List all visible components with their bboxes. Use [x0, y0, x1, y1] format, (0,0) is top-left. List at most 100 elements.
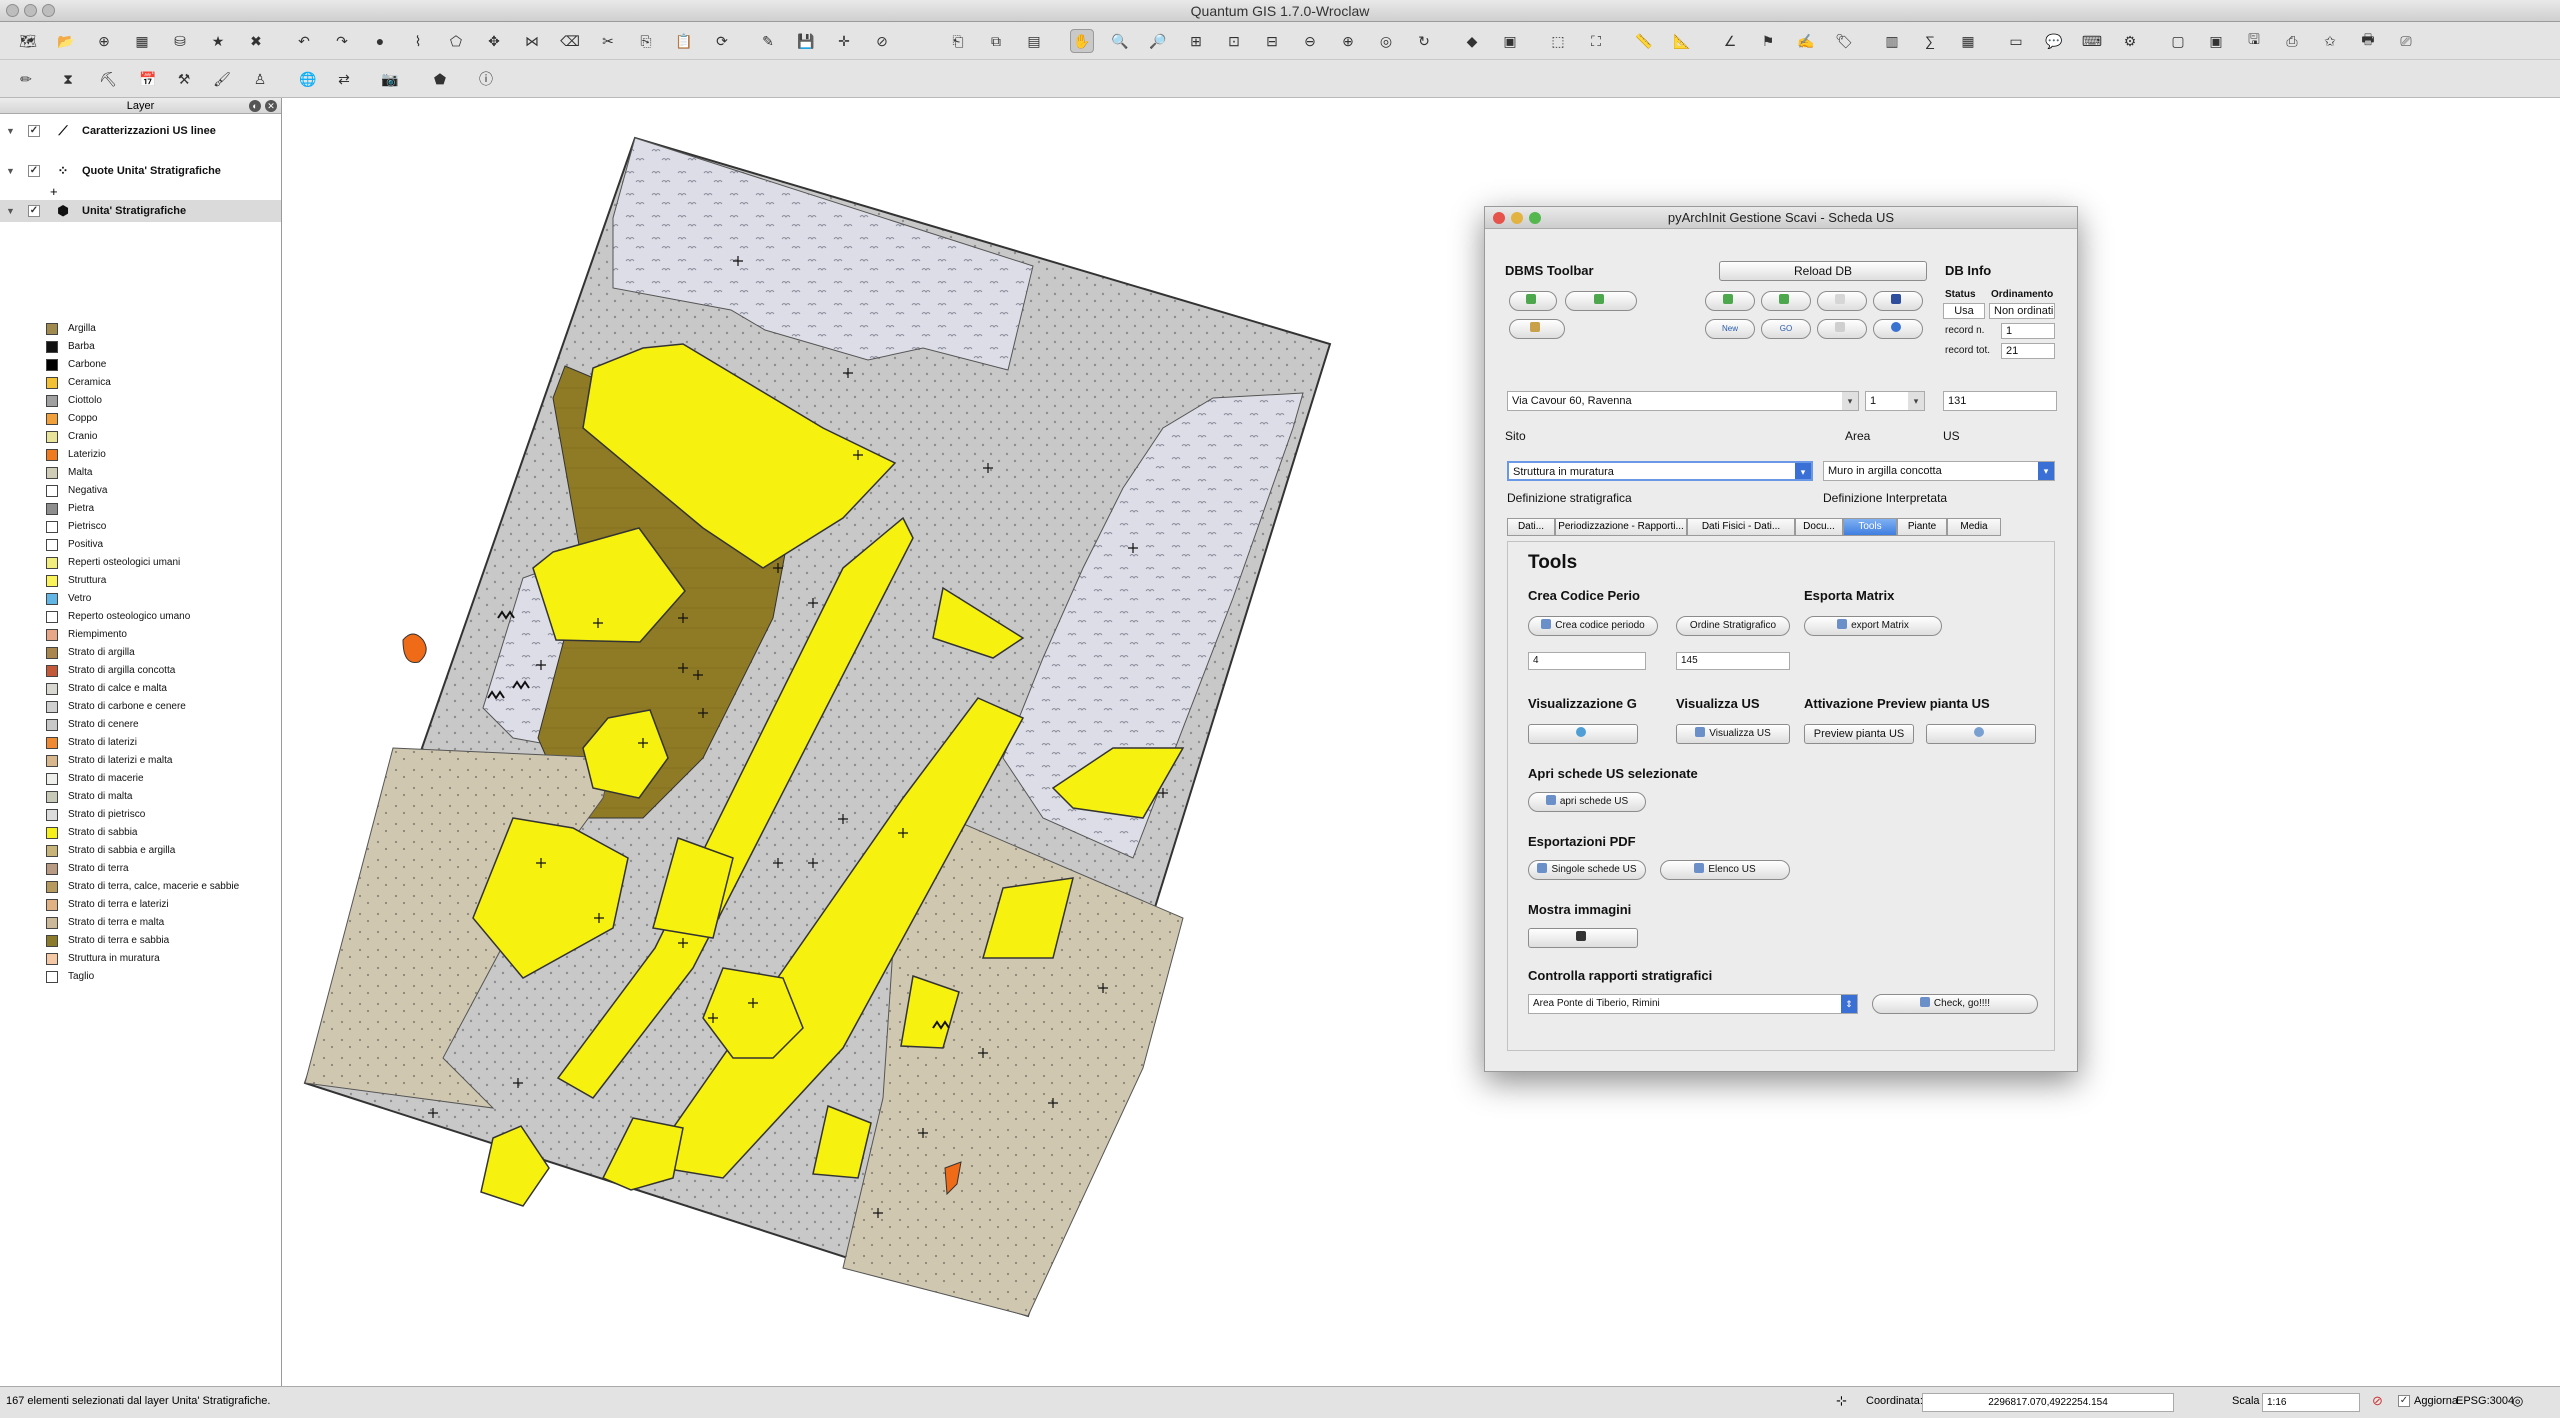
no-action-icon[interactable]: ⊘ [870, 29, 894, 53]
periodo-input[interactable]: 4 [1528, 652, 1646, 670]
label-icon[interactable]: 🏷 [1832, 29, 1856, 53]
sito-combobox[interactable]: Via Cavour 60, Ravenna ▾ [1507, 391, 1859, 411]
dropdown-arrow-icon[interactable]: ▾ [1842, 392, 1858, 410]
float-panel-icon[interactable]: ◐ [249, 100, 261, 112]
area-check-combobox[interactable]: Area Ponte di Tiberio, Rimini ⇕ [1528, 994, 1858, 1014]
layer-visibility-checkbox[interactable]: ✓ [28, 125, 40, 137]
dialog-minimize-button[interactable] [1511, 212, 1523, 224]
zoom-next-icon[interactable]: ⊕ [1336, 29, 1360, 53]
prev-record-button[interactable] [1565, 291, 1637, 311]
globe-icon[interactable]: 🌐 [296, 67, 320, 91]
stop-render-icon[interactable]: ⊘ [2372, 1393, 2383, 1409]
close-panel-icon[interactable]: ✕ [265, 100, 277, 112]
add-vector-icon[interactable]: ⊕ [92, 29, 116, 53]
annotation-icon[interactable]: ✍ [1794, 29, 1818, 53]
def-interpretata-combobox[interactable]: Muro in argilla concotta ▾ [1823, 461, 2055, 481]
cut-features-icon[interactable]: ✂ [596, 29, 620, 53]
us-field[interactable]: 131 [1943, 391, 2057, 411]
map-canvas[interactable] [283, 98, 2560, 1386]
ordine-stratigrafico-button[interactable]: Ordine Stratigrafico [1676, 616, 1790, 636]
attribute-table-icon[interactable]: ▥ [1880, 29, 1904, 53]
composer-manager-icon[interactable]: ▣ [2204, 29, 2228, 53]
trowel-icon[interactable]: ⚒ [172, 67, 196, 91]
shovel-icon[interactable]: ⛏ [96, 67, 120, 91]
zoom-full-icon[interactable]: ⊞ [1184, 29, 1208, 53]
zoom-layer-icon[interactable]: ⊟ [1260, 29, 1284, 53]
tab-periodizzazione[interactable]: Periodizzazione - Rapporti... [1555, 518, 1687, 536]
visualizza-us-button[interactable]: Visualizza US [1676, 724, 1790, 744]
capture-point-icon[interactable]: ● [368, 29, 392, 53]
measure-angle-icon[interactable]: ∠ [1718, 29, 1742, 53]
paste-icon[interactable]: ⎗ [946, 29, 970, 53]
capture-line-icon[interactable]: ⌇ [406, 29, 430, 53]
remove-layer-icon[interactable]: ✖ [244, 29, 268, 53]
copy-features-icon[interactable]: ⎘ [634, 29, 658, 53]
dropdown-arrow-icon[interactable]: ▾ [1908, 392, 1924, 410]
measure-line-icon[interactable]: 📏 [1632, 29, 1656, 53]
paste-features-icon[interactable]: 📋 [672, 29, 696, 53]
tab-documentazione[interactable]: Docu... [1795, 518, 1843, 536]
brush-icon[interactable]: 🖌 [210, 67, 234, 91]
field-calc-icon[interactable]: ∑ [1918, 29, 1942, 53]
edit-button[interactable] [1817, 291, 1867, 311]
dialog-zoom-button[interactable] [1529, 212, 1541, 224]
next-record-button[interactable] [1705, 291, 1755, 311]
add-raster-icon[interactable]: ▦ [130, 29, 154, 53]
camera-icon[interactable]: 📷 [378, 67, 402, 91]
delete-selected-icon[interactable]: ⌫ [558, 29, 582, 53]
scale-icon[interactable]: ⧗ [56, 67, 80, 91]
fase-input[interactable]: 145 [1676, 652, 1790, 670]
bookmark-icon[interactable]: ⚑ [1756, 29, 1780, 53]
check-go-button[interactable]: Check, go!!!! [1872, 994, 2038, 1014]
calendar-icon[interactable]: 📅 [136, 67, 160, 91]
dropdown-arrow-icon[interactable]: ⇕ [1841, 995, 1857, 1013]
pan-icon[interactable]: ✋ [1070, 29, 1094, 53]
first-record-button[interactable] [1509, 291, 1557, 311]
zoom-selection-icon[interactable]: ⊡ [1222, 29, 1246, 53]
sort-button[interactable] [1509, 319, 1565, 339]
deselect-icon[interactable]: ⛶ [1584, 29, 1608, 53]
copy-icon[interactable]: ⧉ [984, 29, 1008, 53]
save-edits-icon[interactable]: 💾 [794, 29, 818, 53]
dropdown-arrow-icon[interactable]: ▾ [1795, 463, 1811, 479]
add-postgis-icon[interactable]: ⛁ [168, 29, 192, 53]
crs-label[interactable]: EPSG:3004 [2456, 1395, 2514, 1407]
area-combobox[interactable]: 1 ▾ [1865, 391, 1925, 411]
projection-icon[interactable]: ◎ [2512, 1393, 2523, 1409]
crea-codice-periodo-button[interactable]: Crea codice periodo [1528, 616, 1658, 636]
preview-pianta-button[interactable]: Preview pianta US [1804, 724, 1914, 744]
identify-icon[interactable]: ◆ [1460, 29, 1484, 53]
map-tips-icon[interactable]: ▣ [1498, 29, 1522, 53]
info-icon[interactable]: ⓘ [474, 67, 498, 91]
mostra-immagini-button[interactable] [1528, 928, 1638, 948]
search-button[interactable] [1873, 319, 1923, 339]
table-icon[interactable]: ▦ [1956, 29, 1980, 53]
zoom-out-icon[interactable]: 🔎 [1146, 29, 1170, 53]
move-feature-icon[interactable]: ✥ [482, 29, 506, 53]
render-checkbox[interactable]: ✓ [2398, 1395, 2410, 1407]
add-wms-icon[interactable]: ★ [206, 29, 230, 53]
redo-icon[interactable]: ↷ [330, 29, 354, 53]
preview-toggle-button[interactable] [1926, 724, 2036, 744]
dropdown-arrow-icon[interactable]: ▾ [2038, 462, 2054, 480]
map-layout-icon[interactable]: ▭ [2004, 29, 2028, 53]
apri-schede-us-button[interactable]: apri schede US [1528, 792, 1646, 812]
layer-item-us-lines[interactable]: ▼ ✓ ⟋ Caratterizzazioni US linee [0, 120, 281, 142]
print-preview-icon[interactable]: ⎚ [2394, 29, 2418, 53]
scale-field[interactable]: 1:16 [2262, 1393, 2360, 1412]
new-record-button[interactable]: New [1705, 319, 1755, 339]
node-tool-icon[interactable]: ⋈ [520, 29, 544, 53]
save-as-icon[interactable]: ⎙ [2280, 29, 2304, 53]
python-console-icon[interactable]: ⌨ [2080, 29, 2104, 53]
expand-triangle-icon[interactable]: ▼ [6, 200, 15, 222]
reload-db-button[interactable]: Reload DB [1719, 261, 1927, 281]
clipboard-icon[interactable]: ▤ [1022, 29, 1046, 53]
expand-triangle-icon[interactable]: ▼ [6, 120, 15, 142]
save-button[interactable] [1873, 291, 1923, 311]
zoom-last-icon[interactable]: ⊖ [1298, 29, 1322, 53]
new-project-icon[interactable]: 🗺 [16, 29, 40, 53]
expand-triangle-icon[interactable]: ▼ [6, 160, 15, 182]
print-icon[interactable]: 🖶 [2356, 29, 2380, 53]
elenco-us-button[interactable]: Elenco US [1660, 860, 1790, 880]
coordinate-toggle-icon[interactable]: ⊹ [1836, 1393, 1847, 1409]
